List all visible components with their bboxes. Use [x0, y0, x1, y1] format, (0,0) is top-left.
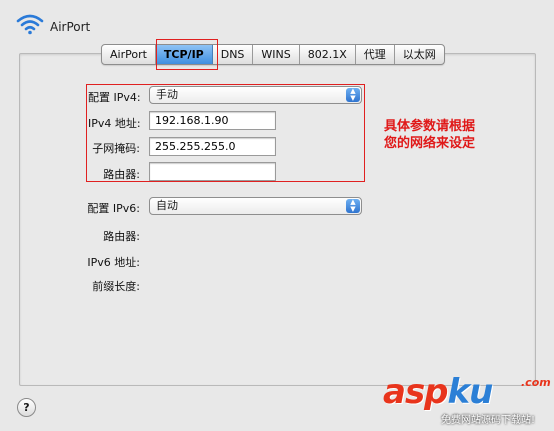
tab-airport[interactable]: AirPort — [102, 45, 156, 64]
annotation-line-2: 您的网络来设定 — [384, 136, 476, 151]
annotation-line-1: 具体参数请根据 — [384, 119, 476, 134]
tab-8021x[interactable]: 802.1X — [300, 45, 356, 64]
configure-ipv6-label: 配置 IPv6: — [87, 202, 140, 215]
watermark-logo: aspku — [383, 372, 493, 412]
tab-bar: AirPort TCP/IP DNS WINS 802.1X 代理 以太网 — [101, 44, 445, 65]
tab-wins[interactable]: WINS — [253, 45, 300, 64]
ipv6-address-label: IPv6 地址: — [87, 256, 140, 269]
configure-ipv6-value: 自动 — [156, 199, 178, 212]
tab-ethernet[interactable]: 以太网 — [395, 45, 444, 64]
help-button[interactable]: ? — [17, 398, 36, 417]
annotation-ipv4-highlight — [86, 84, 365, 182]
wifi-icon — [16, 14, 44, 35]
prefix-length-label: 前缀长度: — [92, 280, 140, 293]
annotation-note: 具体参数请根据 您的网络来设定 — [384, 118, 514, 152]
annotation-tab-highlight — [156, 39, 218, 70]
watermark-subtitle: 免费网站源码下载站! — [441, 415, 536, 426]
window-title: AirPort — [50, 20, 91, 34]
router-ipv6-label: 路由器: — [103, 230, 140, 243]
popup-stepper-icon: ▲ ▼ — [346, 199, 360, 213]
watermark: aspku .com 免费网站源码下载站! — [383, 372, 553, 430]
watermark-domain: .com — [521, 376, 551, 389]
tab-dns[interactable]: DNS — [213, 45, 254, 64]
configure-ipv6-select[interactable]: 自动 ▲ ▼ — [149, 197, 362, 215]
tab-proxy[interactable]: 代理 — [356, 45, 395, 64]
window-header: AirPort — [0, 0, 554, 46]
help-icon: ? — [23, 401, 30, 414]
